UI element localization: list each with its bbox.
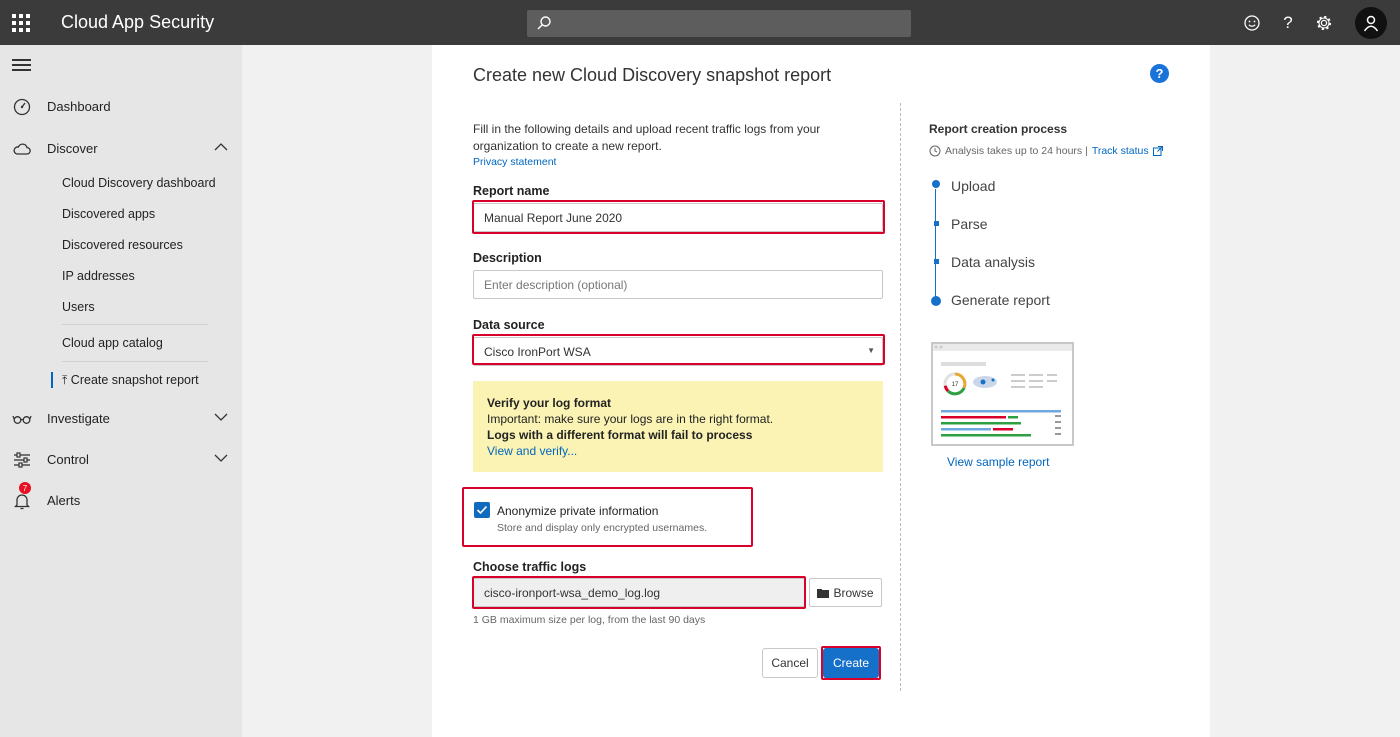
glasses-icon xyxy=(12,415,32,424)
search-icon xyxy=(537,16,551,30)
upload-arrow-icon: ⤒ xyxy=(62,373,68,387)
external-link-icon xyxy=(1152,146,1163,156)
cloud-icon xyxy=(13,143,31,155)
checkmark-icon xyxy=(476,505,488,515)
sidebar-subitem-discovered-resources[interactable]: Discovered resources xyxy=(62,238,183,252)
user-icon xyxy=(1363,15,1379,32)
report-preview-image: 17 xyxy=(933,344,1072,437)
browse-label: Browse xyxy=(833,585,874,600)
sliders-icon xyxy=(14,452,30,468)
alert-count-badge: 7 xyxy=(19,482,31,494)
sample-report-thumbnail[interactable]: 17 xyxy=(931,342,1074,446)
dashboard-icon xyxy=(13,98,31,116)
vertical-divider xyxy=(900,103,901,691)
sidebar-subitem-cloud-discovery-dashboard[interactable]: Cloud Discovery dashboard xyxy=(62,176,216,190)
sidebar-item-control[interactable]: Control xyxy=(0,445,242,475)
sidebar-subitem-ip-addresses[interactable]: IP addresses xyxy=(62,269,135,283)
sidebar-item-label: Alerts xyxy=(47,493,81,508)
sidebar-item-investigate[interactable]: Investigate xyxy=(0,404,242,434)
privacy-statement-link[interactable]: Privacy statement xyxy=(473,156,556,168)
divider xyxy=(62,361,208,362)
sidebar-subitem-create-snapshot-report[interactable]: ⤒ Create snapshot report xyxy=(62,373,199,388)
chevron-down-icon[interactable] xyxy=(214,453,228,463)
track-status-link[interactable]: Track status xyxy=(1092,145,1149,157)
anonymize-description: Store and display only encrypted usernam… xyxy=(497,522,708,534)
step-dot xyxy=(931,296,941,306)
sidebar: Dashboard Discover Cloud Discovery dashb… xyxy=(0,45,242,737)
sidebar-item-label: Discover xyxy=(47,141,98,156)
step-generate-report: Generate report xyxy=(951,292,1050,308)
sidebar-item-label: Investigate xyxy=(47,411,110,426)
create-report-panel: Create new Cloud Discovery snapshot repo… xyxy=(432,45,1210,737)
verify-log-format-notice: Verify your log format Important: make s… xyxy=(473,381,883,472)
traffic-log-file-input[interactable]: cisco-ironport-wsa_demo_log.log xyxy=(473,578,806,607)
intro-text: Fill in the following details and upload… xyxy=(473,122,821,153)
help-icon[interactable]: ? xyxy=(1277,12,1299,34)
process-note: Analysis takes up to 24 hours | Track st… xyxy=(929,145,1163,157)
anonymize-label[interactable]: Anonymize private information xyxy=(497,504,658,518)
process-note-text: Analysis takes up to 24 hours | xyxy=(945,145,1088,157)
page-title: Create new Cloud Discovery snapshot repo… xyxy=(473,65,832,85)
sidebar-subitem-discovered-apps[interactable]: Discovered apps xyxy=(62,207,155,221)
step-data-analysis: Data analysis xyxy=(951,254,1036,270)
top-bar: Cloud App Security ? xyxy=(0,0,1400,45)
sidebar-item-label: Control xyxy=(47,452,89,467)
browse-button[interactable]: Browse xyxy=(809,578,882,607)
app-title[interactable]: Cloud App Security xyxy=(61,12,214,33)
chevron-down-icon[interactable] xyxy=(214,412,228,422)
process-title: Report creation process xyxy=(929,122,1068,136)
user-avatar[interactable] xyxy=(1355,7,1387,39)
gear-icon[interactable] xyxy=(1313,12,1335,34)
create-button[interactable]: Create xyxy=(823,648,879,678)
sidebar-item-alerts[interactable]: 7 Alerts xyxy=(0,482,242,516)
report-name-label: Report name xyxy=(473,184,550,198)
traffic-logs-label: Choose traffic logs xyxy=(473,560,587,574)
description-label: Description xyxy=(473,251,542,265)
data-source-value: Cisco IronPort WSA xyxy=(484,345,591,359)
sidebar-item-label: Dashboard xyxy=(47,99,111,114)
clock-icon xyxy=(929,145,941,157)
view-and-verify-link[interactable]: View and verify... xyxy=(487,443,869,459)
folder-icon xyxy=(817,588,830,598)
step-marker xyxy=(934,221,939,226)
step-dot xyxy=(932,180,940,188)
data-source-select[interactable]: Cisco IronPort WSA ▼ xyxy=(473,337,883,366)
file-size-hint: 1 GB maximum size per log, from the last… xyxy=(473,614,706,626)
step-marker xyxy=(934,259,939,264)
sidebar-subitem-users[interactable]: Users xyxy=(62,300,95,314)
anonymize-checkbox[interactable] xyxy=(474,502,490,518)
data-source-label: Data source xyxy=(473,318,545,332)
notice-title: Verify your log format xyxy=(487,396,612,410)
sidebar-item-discover[interactable]: Discover xyxy=(0,134,242,164)
active-indicator xyxy=(51,372,53,388)
help-circle-icon[interactable]: ? xyxy=(1150,64,1169,83)
chevron-up-icon[interactable] xyxy=(214,142,228,152)
step-parse: Parse xyxy=(951,216,988,232)
notice-text: Important: make sure your logs are in th… xyxy=(487,412,774,426)
step-upload: Upload xyxy=(951,178,996,194)
bell-icon xyxy=(13,494,31,510)
waffle-icon[interactable] xyxy=(12,14,30,32)
hamburger-menu-icon[interactable] xyxy=(12,59,31,71)
view-sample-report-link[interactable]: View sample report xyxy=(947,455,1050,469)
divider xyxy=(62,324,208,325)
search-input[interactable] xyxy=(527,10,911,37)
dropdown-arrow-icon: ▼ xyxy=(867,346,875,355)
notice-warning: Logs with a different format will fail t… xyxy=(487,428,753,442)
smiley-icon[interactable] xyxy=(1241,12,1263,34)
cancel-button[interactable]: Cancel xyxy=(762,648,818,678)
report-name-input[interactable]: Manual Report June 2020 xyxy=(473,203,883,232)
sidebar-subitem-label: Create snapshot report xyxy=(70,373,199,387)
sidebar-item-dashboard[interactable]: Dashboard xyxy=(0,92,242,122)
sidebar-subitem-cloud-app-catalog[interactable]: Cloud app catalog xyxy=(62,336,163,350)
description-input[interactable]: Enter description (optional) xyxy=(473,270,883,299)
thumb-count: 17 xyxy=(952,382,959,388)
step-connector xyxy=(935,189,936,301)
